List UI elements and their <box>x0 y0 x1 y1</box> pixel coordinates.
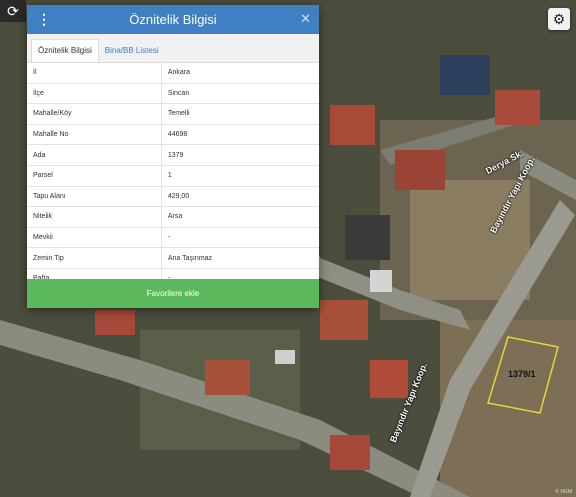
panel-tabs: Öznitelik Bilgisi Bina/BB Listesi <box>27 34 319 63</box>
row-value: 44698 <box>161 124 319 146</box>
row-value: Arsa <box>161 206 319 228</box>
row-value: Ankara <box>161 63 319 84</box>
row-value: - <box>161 227 319 249</box>
table-row: Ada 1379 <box>27 144 319 166</box>
row-value: Sincan <box>161 83 319 105</box>
close-icon[interactable]: ✕ <box>300 11 311 27</box>
row-value: 429,00 <box>161 186 319 208</box>
add-favorite-button[interactable]: Favorilere ekle <box>27 279 319 308</box>
map-attribution: © HGM <box>555 489 572 495</box>
table-row: Mahalle/Köy Temelli <box>27 103 319 125</box>
table-row: İl Ankara <box>27 63 319 84</box>
row-key: İl <box>27 63 162 84</box>
table-row: Mevkii - <box>27 227 319 249</box>
table-row: Zemin Tip Ana Taşınmaz <box>27 247 319 269</box>
table-row: Mahalle No 44698 <box>27 124 319 146</box>
row-value: 1379 <box>161 144 319 166</box>
gear-icon: ⚙ <box>552 10 566 27</box>
row-key: Parsel <box>27 165 162 187</box>
attribute-panel: ⋮ Öznitelik Bilgisi ✕ Öznitelik Bilgisi … <box>27 5 319 308</box>
row-key: Mevkii <box>27 227 162 249</box>
table-row: Nitelik Arsa <box>27 206 319 228</box>
refresh-icon: ⟳ <box>7 2 19 19</box>
row-key: İlçe <box>27 83 162 105</box>
row-value: Temelli <box>161 103 319 125</box>
table-row: Parsel 1 <box>27 165 319 187</box>
tab-attributes[interactable]: Öznitelik Bilgisi <box>31 39 99 62</box>
row-key: Ada <box>27 144 162 166</box>
panel-header: ⋮ Öznitelik Bilgisi ✕ <box>27 5 319 34</box>
row-value: 1 <box>161 165 319 187</box>
row-key: Nitelik <box>27 206 162 228</box>
row-key: Zemin Tip <box>27 247 162 269</box>
refresh-button[interactable]: ⟳ <box>0 0 26 22</box>
row-value: Ana Taşınmaz <box>161 247 319 269</box>
settings-button[interactable]: ⚙ <box>548 8 570 30</box>
parcel-label: 1379/1 <box>508 369 536 379</box>
panel-title: Öznitelik Bilgisi <box>129 12 217 27</box>
row-key: Mahalle/Köy <box>27 103 162 125</box>
attribute-table: İl Ankara İlçe Sincan Mahalle/Köy Temelli Maha… <box>27 63 319 290</box>
table-row: İlçe Sincan <box>27 83 319 105</box>
table-row: Tapu Alanı 429,00 <box>27 186 319 208</box>
vertical-dots-icon[interactable]: ⋮ <box>37 12 51 26</box>
row-key: Mahalle No <box>27 124 162 146</box>
row-key: Tapu Alanı <box>27 186 162 208</box>
tab-building-list[interactable]: Bina/BB Listesi <box>99 40 165 62</box>
